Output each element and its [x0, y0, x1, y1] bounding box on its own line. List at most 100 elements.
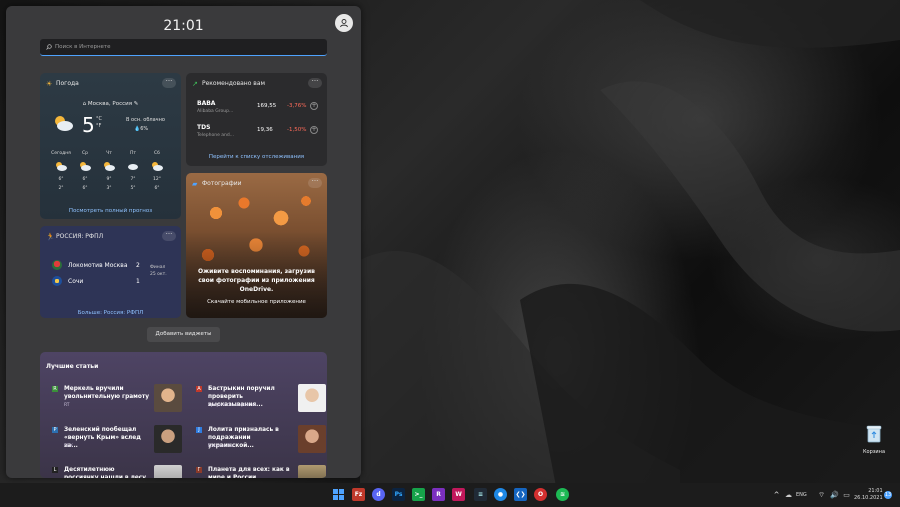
- forecast-day: Сб 12° 6°: [146, 151, 168, 195]
- news-article[interactable]: R Меркель вручили увольнительную грамоту…: [46, 384, 186, 424]
- stocks-widget[interactable]: ↗ Рекомендовано вам ··· BABA Alibaba Gro…: [186, 73, 327, 166]
- recycle-bin-label: Корзина: [862, 449, 886, 455]
- taskbar: Fz d Ps >_ R W ≡ ● ❮❯ O ≋ ^ ☁ ENG ⌔ 🔊 ▭ …: [0, 483, 900, 507]
- discord-icon[interactable]: d: [372, 488, 385, 501]
- photos-title: Фотографии: [202, 180, 242, 187]
- photos-widget[interactable]: ▰ Фотографии ··· Оживите воспоминания, з…: [186, 173, 327, 318]
- article-thumbnail: [298, 425, 326, 453]
- sports-more-button[interactable]: ···: [162, 231, 176, 241]
- news-title: Лучшие статьи: [46, 363, 99, 370]
- source-logo-icon: А: [196, 386, 202, 392]
- app-blue-icon[interactable]: ●: [494, 488, 507, 501]
- partly-cloudy-icon: [146, 161, 168, 177]
- news-article[interactable]: Р Зеленский пообещал «вернуть Крым» всле…: [46, 425, 186, 465]
- app-icon[interactable]: ≡: [474, 488, 487, 501]
- news-article[interactable]: J Лолита призналась в подражании украинс…: [190, 425, 327, 465]
- home-icon: ⌂: [82, 101, 87, 107]
- weather-full-forecast-link[interactable]: Посмотреть полный прогноз: [40, 208, 181, 214]
- edit-icon[interactable]: ✎: [134, 101, 139, 107]
- team-logo: [52, 260, 62, 270]
- forecast-day: Чт 9° 3°: [98, 151, 120, 195]
- source-logo-icon: L: [52, 467, 58, 473]
- partly-cloudy-icon: [55, 116, 73, 131]
- weather-location[interactable]: ⌂ Москва, Россия ✎: [40, 101, 181, 107]
- photoshop-icon[interactable]: Ps: [392, 488, 405, 501]
- news-article[interactable]: L Десятилетнюю россиянку нашли в лесу ря…: [46, 465, 186, 478]
- sports-more-link[interactable]: Больше: Россия: РФПЛ: [40, 310, 181, 316]
- source-logo-icon: J: [196, 427, 202, 433]
- article-thumbnail: [298, 465, 326, 478]
- news-article[interactable]: А Бастрыкин поручил проверить высказыван…: [190, 384, 327, 424]
- download-app-link[interactable]: Скачайте мобильное приложение: [186, 299, 327, 305]
- jetbrains-icon[interactable]: R: [432, 488, 445, 501]
- widgets-panel: 21:01 ☀ Погода ··· ⌂ Москва, Россия ✎ 5 …: [6, 6, 361, 478]
- weather-condition: В осн. облачно: [126, 117, 165, 123]
- runner-icon: 🏃: [46, 233, 55, 241]
- photos-more-button[interactable]: ···: [308, 178, 322, 188]
- terminal-icon[interactable]: >_: [412, 488, 425, 501]
- forecast-day: Ср 6° 6°: [74, 151, 96, 195]
- panel-clock: 21:01: [163, 18, 204, 34]
- recycle-bin[interactable]: Корзина: [860, 425, 888, 455]
- weather-sun-icon: ☀: [46, 80, 53, 88]
- weather-temperature: 5: [82, 113, 95, 137]
- news-article[interactable]: Г Планета для всех: как в мире и России …: [190, 465, 327, 478]
- spotify-icon[interactable]: ≋: [556, 488, 569, 501]
- search-box[interactable]: [40, 39, 327, 56]
- add-stock-icon[interactable]: +: [310, 126, 318, 134]
- unit-fahrenheit[interactable]: °F: [96, 123, 101, 129]
- forecast-day: Пт 7° 5°: [122, 151, 144, 195]
- sports-title: РОССИЯ: РФПЛ: [56, 233, 104, 240]
- profile-button[interactable]: [335, 14, 353, 32]
- user-icon: [340, 19, 348, 28]
- cloud-icon[interactable]: ☁: [782, 489, 795, 502]
- cloudy-icon: [122, 161, 144, 177]
- battery-icon[interactable]: ▭: [840, 489, 853, 502]
- stocks-more-button[interactable]: ···: [308, 78, 322, 88]
- photo-overlay: [186, 173, 327, 318]
- taskbar-clock[interactable]: 21:01 26.10.2021: [854, 488, 883, 502]
- trending-up-icon: ↗: [192, 80, 198, 88]
- article-thumbnail: [298, 384, 326, 412]
- partly-cloudy-icon: [98, 161, 120, 177]
- unit-celsius[interactable]: °C: [96, 116, 102, 122]
- start-button[interactable]: [332, 488, 345, 501]
- search-input[interactable]: [55, 44, 315, 50]
- stock-row[interactable]: TDS Telephone and... 19,36 -1,50% +: [197, 124, 322, 144]
- team-row[interactable]: Сочи 1: [52, 276, 172, 290]
- sports-widget[interactable]: 🏃 РОССИЯ: РФПЛ ··· Локомотив Москва 2 Со…: [40, 226, 181, 318]
- source-logo-icon: Р: [52, 427, 58, 433]
- stock-row[interactable]: BABA Alibaba Group... 169,55 -3,76% +: [197, 100, 322, 120]
- source-logo-icon: R: [52, 386, 58, 392]
- recycle-bin-icon: [866, 425, 882, 443]
- team-logo: [52, 276, 62, 286]
- weather-more-button[interactable]: ···: [162, 78, 176, 88]
- search-icon: [46, 44, 52, 50]
- watchlist-link[interactable]: Перейти к списку отслеживания: [186, 154, 327, 160]
- partly-cloudy-icon: [50, 161, 72, 177]
- input-language[interactable]: ENG: [796, 492, 807, 498]
- partly-cloudy-icon: [74, 161, 96, 177]
- photos-icon: ▰: [192, 180, 198, 188]
- weather-precipitation: 💧6%: [134, 126, 149, 132]
- article-thumbnail: [154, 465, 182, 478]
- match-status: Финал 25 окт.: [150, 265, 167, 277]
- add-stock-icon[interactable]: +: [310, 102, 318, 110]
- source-logo-icon: Г: [196, 467, 202, 473]
- photos-message: Оживите воспоминания, загрузив свои фото…: [198, 268, 315, 293]
- vscode-icon[interactable]: ❮❯: [514, 488, 527, 501]
- stocks-title: Рекомендовано вам: [202, 80, 266, 87]
- weather-title: Погода: [56, 80, 79, 87]
- ide-icon[interactable]: W: [452, 488, 465, 501]
- forecast-day: Сегодня 6° 2°: [50, 151, 72, 191]
- opera-icon[interactable]: O: [534, 488, 547, 501]
- notification-badge[interactable]: 13: [884, 491, 892, 499]
- article-thumbnail: [154, 384, 182, 412]
- filezilla-icon[interactable]: Fz: [352, 488, 365, 501]
- add-widgets-button[interactable]: Добавить виджеты: [147, 327, 220, 342]
- weather-widget[interactable]: ☀ Погода ··· ⌂ Москва, Россия ✎ 5 °C °F …: [40, 73, 181, 219]
- top-stories-widget[interactable]: Лучшие статьи R Меркель вручили увольнит…: [40, 352, 327, 478]
- article-thumbnail: [154, 425, 182, 453]
- wifi-icon[interactable]: ⌔: [815, 489, 828, 502]
- weather-units[interactable]: °C °F: [96, 116, 102, 130]
